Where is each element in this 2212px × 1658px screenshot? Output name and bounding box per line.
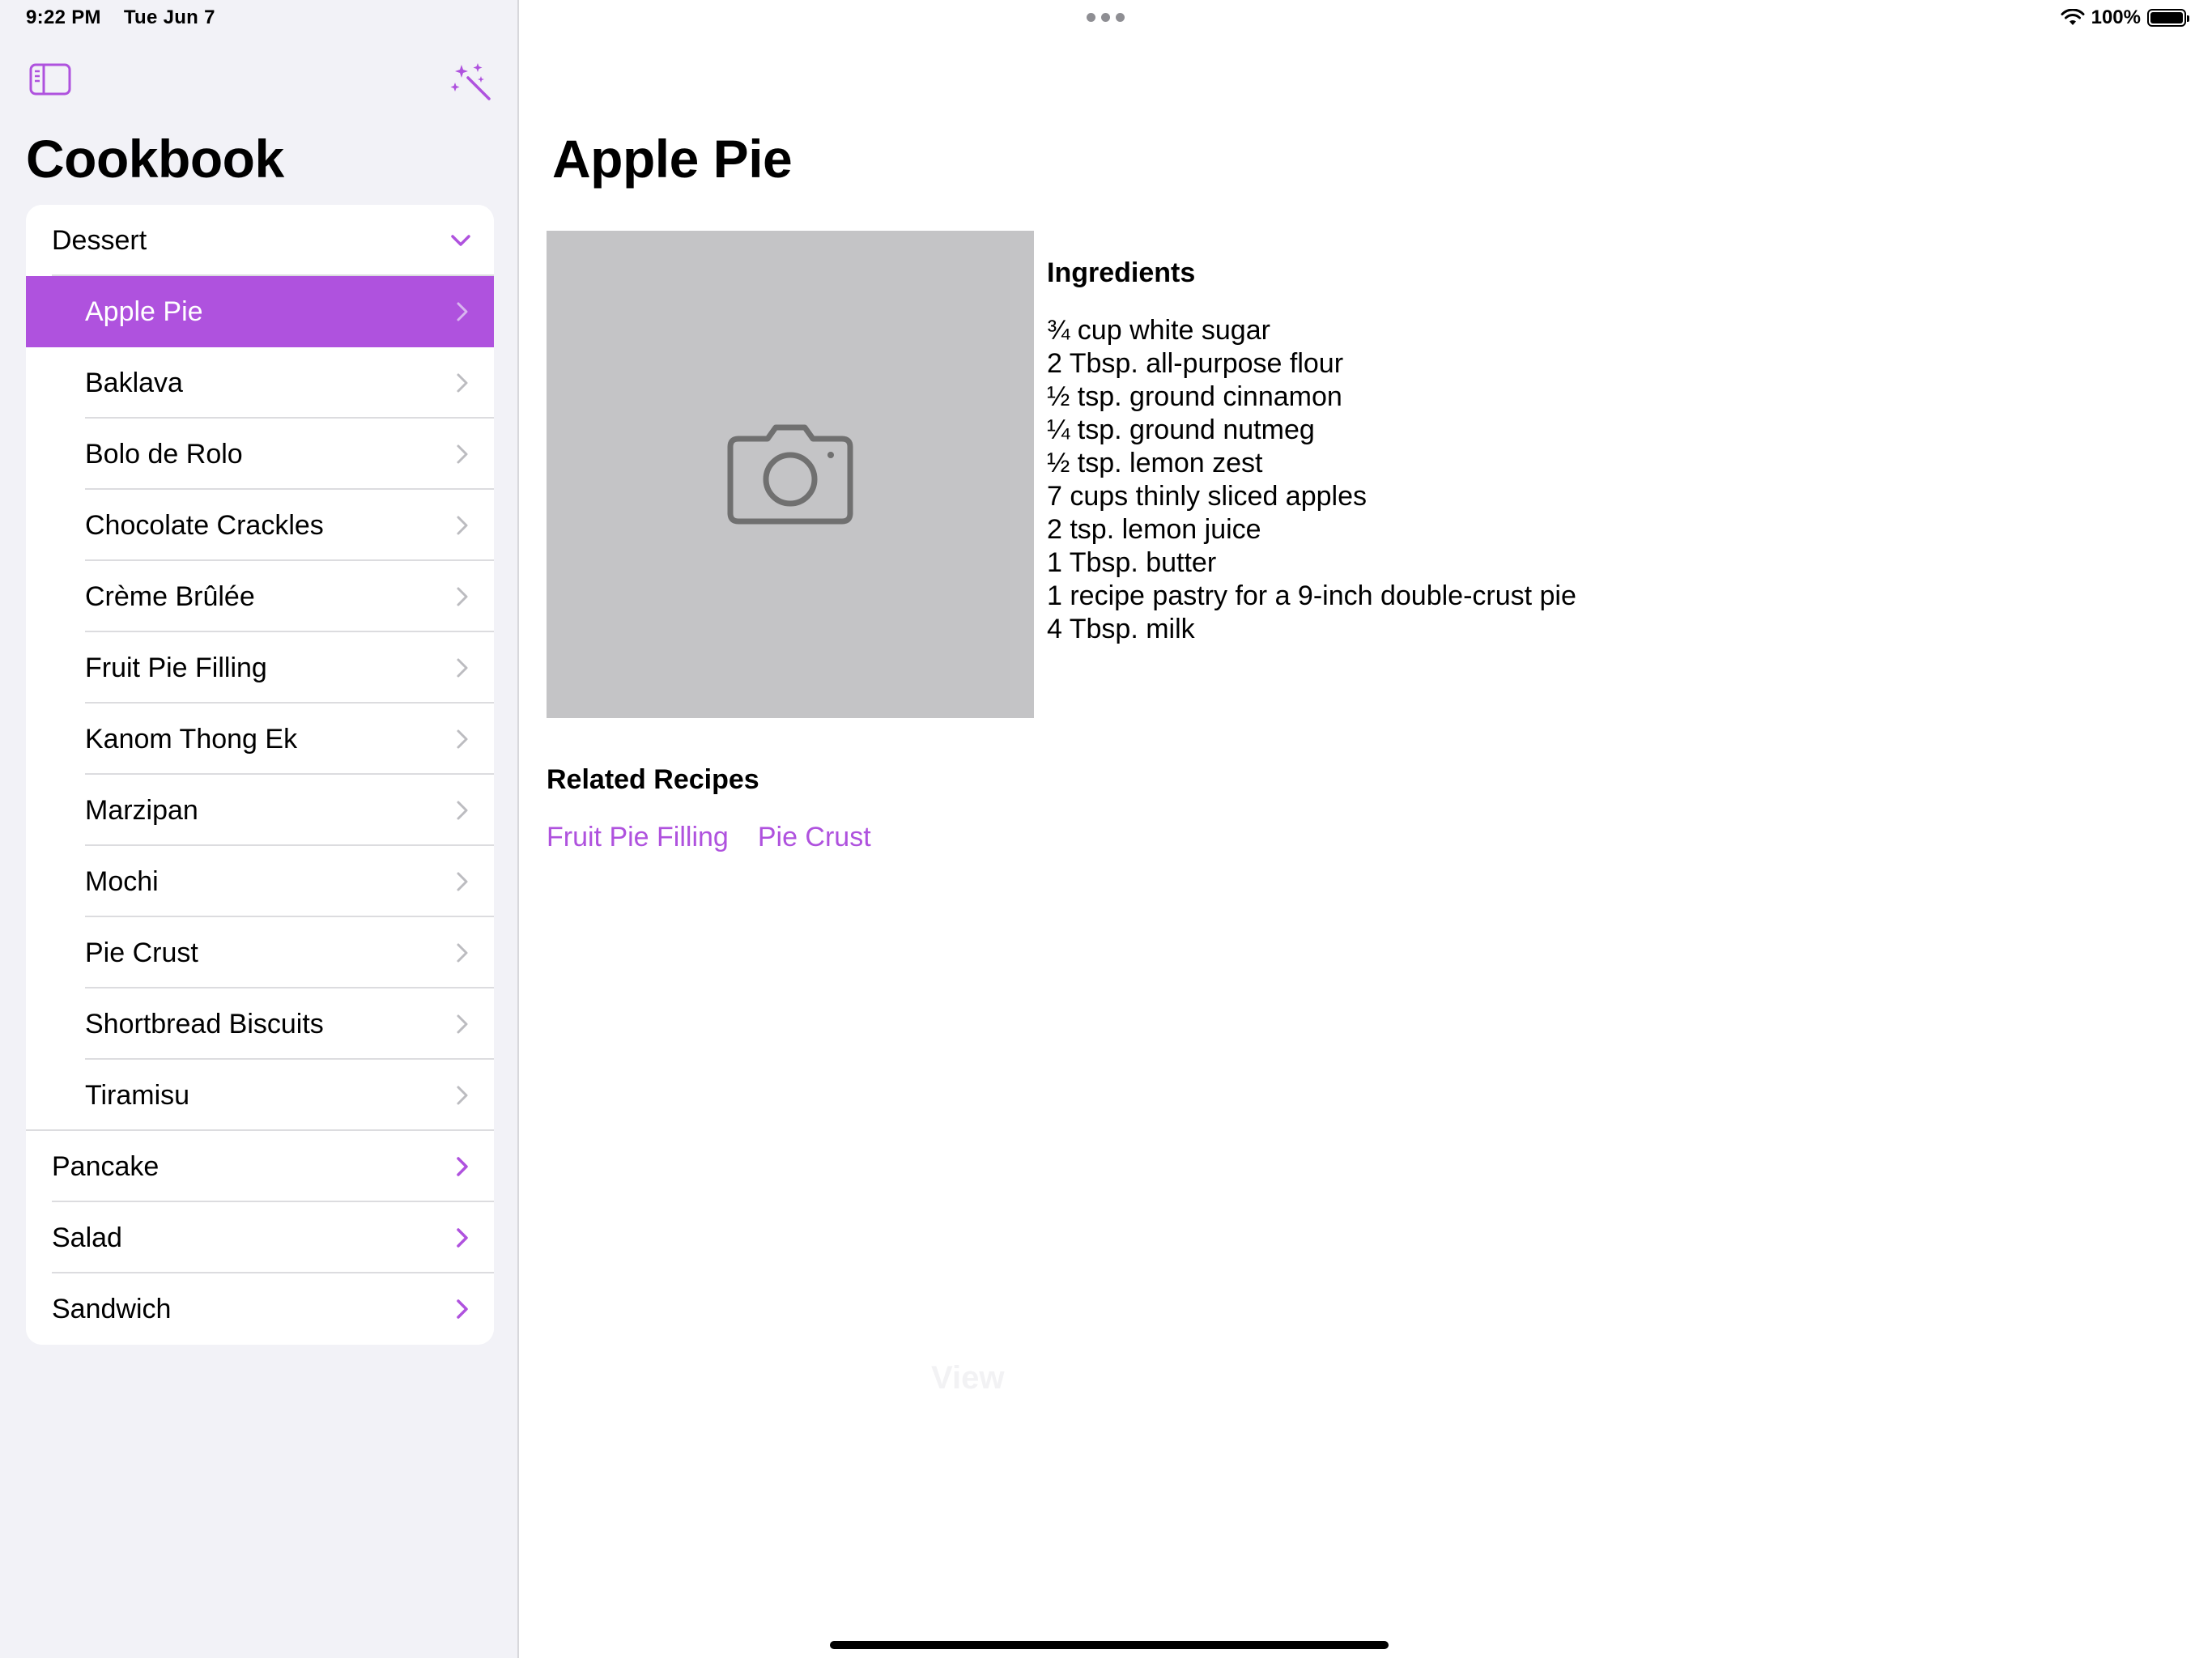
related-recipes-heading: Related Recipes: [547, 764, 759, 795]
chevron-right-icon: [457, 444, 468, 464]
multitasking-dots-icon[interactable]: [1087, 13, 1125, 24]
status-time: 9:22 PM: [26, 6, 101, 28]
chevron-right-icon: [457, 872, 468, 891]
battery-icon: [2147, 9, 2189, 27]
list-item-label: Crème Brûlée: [85, 580, 255, 612]
ingredient-item: ¼ tsp. ground nutmeg: [1047, 414, 1315, 445]
chevron-right-icon: [457, 516, 468, 535]
chevron-down-icon[interactable]: [450, 230, 471, 251]
sidebar-title: Cookbook: [26, 129, 284, 189]
sidebar-item-apple-pie[interactable]: Apple Pie: [26, 276, 494, 347]
sidebar-item-creme-brulee[interactable]: Crème Brûlée: [26, 561, 494, 632]
sidebar-item-chocolate-crackles[interactable]: Chocolate Crackles: [26, 490, 494, 561]
group-label: Pancake: [52, 1150, 160, 1182]
list-item-label: Marzipan: [85, 794, 198, 826]
ingredient-item: 4 Tbsp. milk: [1047, 614, 1195, 644]
ingredient-item: 2 Tbsp. all-purpose flour: [1047, 348, 1344, 379]
ingredients-heading: Ingredients: [1047, 257, 1196, 288]
status-date: Tue Jun 7: [123, 6, 215, 28]
ingredient-item: 7 cups thinly sliced apples: [1047, 481, 1368, 512]
wifi-icon: [2061, 9, 2085, 25]
chevron-right-icon: [457, 373, 468, 393]
related-link-fruit-pie-filling[interactable]: Fruit Pie Filling: [547, 822, 729, 853]
sidebar-item-shortbread-biscuits[interactable]: Shortbread Biscuits: [26, 988, 494, 1060]
sidebar-item-kanom-thong-ek[interactable]: Kanom Thong Ek: [26, 704, 494, 775]
recipe-title: Apple Pie: [552, 129, 793, 189]
ingredient-item: 1 Tbsp. butter: [1047, 547, 1217, 578]
group-label: Sandwich: [52, 1293, 172, 1324]
chevron-right-icon: [457, 1086, 468, 1105]
chevron-right-icon: [457, 801, 468, 820]
chevron-right-icon: [457, 587, 468, 606]
sidebar-item-pie-crust[interactable]: Pie Crust: [26, 917, 494, 988]
chevron-right-icon: [457, 302, 468, 321]
status-bar-right: 100%: [2061, 6, 2189, 29]
ingredient-item: 2 tsp. lemon juice: [1047, 514, 1261, 545]
list-item-label: Apple Pie: [85, 295, 203, 327]
list-item-label: Bolo de Rolo: [85, 438, 243, 470]
related-recipes-links: Fruit Pie Filling Pie Crust: [547, 822, 871, 853]
sidebar-item-bolo-de-rolo[interactable]: Bolo de Rolo: [26, 419, 494, 490]
list-item-label: Pie Crust: [85, 937, 198, 968]
sidebar-item-fruit-pie-filling[interactable]: Fruit Pie Filling: [26, 632, 494, 704]
chevron-right-icon: [457, 943, 468, 963]
chevron-right-icon: [457, 658, 468, 678]
status-bar-left: 9:22 PM Tue Jun 7: [26, 6, 215, 29]
recipe-list: Dessert Apple Pie Baklava Bolo de Rolo C…: [26, 205, 494, 1345]
chevron-right-icon: [457, 1014, 468, 1034]
list-item-label: Chocolate Crackles: [85, 509, 324, 541]
chevron-right-icon[interactable]: [453, 1156, 471, 1177]
ingredient-item: ½ tsp. ground cinnamon: [1047, 381, 1342, 412]
group-label: Dessert: [52, 224, 147, 256]
sidebar-item-baklava[interactable]: Baklava: [26, 347, 494, 419]
group-dessert[interactable]: Dessert: [26, 205, 494, 276]
sidebar-item-marzipan[interactable]: Marzipan: [26, 775, 494, 846]
list-item-label: Kanom Thong Ek: [85, 723, 298, 755]
sidebar-item-tiramisu[interactable]: Tiramisu: [26, 1060, 494, 1131]
list-item-label: Mochi: [85, 865, 159, 897]
magic-wand-icon[interactable]: [450, 62, 492, 100]
faded-view-text: View: [931, 1360, 1005, 1396]
ingredients-list: ¾ cup white sugar 2 Tbsp. all-purpose fl…: [1047, 314, 1576, 646]
list-item-label: Tiramisu: [85, 1079, 190, 1111]
sidebar-toggle-icon[interactable]: [29, 63, 71, 96]
sidebar-item-mochi[interactable]: Mochi: [26, 846, 494, 917]
sidebar: 9:22 PM Tue Jun 7 Cookbook Dessert Apple…: [0, 0, 519, 1658]
list-item-label: Fruit Pie Filling: [85, 652, 267, 683]
group-label: Salad: [52, 1222, 122, 1253]
chevron-right-icon[interactable]: [453, 1227, 471, 1248]
home-indicator[interactable]: [830, 1641, 1389, 1649]
ingredient-item: ½ tsp. lemon zest: [1047, 448, 1263, 478]
ingredient-item: ¾ cup white sugar: [1047, 315, 1270, 346]
ingredient-item: 1 recipe pastry for a 9-inch double-crus…: [1047, 580, 1576, 611]
chevron-right-icon: [457, 729, 468, 749]
list-item-label: Shortbread Biscuits: [85, 1008, 324, 1039]
related-link-pie-crust[interactable]: Pie Crust: [758, 822, 871, 853]
group-salad[interactable]: Salad: [26, 1202, 494, 1273]
group-sandwich[interactable]: Sandwich: [26, 1273, 494, 1345]
camera-icon: [727, 424, 853, 525]
list-item-label: Baklava: [85, 367, 183, 398]
battery-percent: 100%: [2091, 6, 2141, 28]
recipe-photo: [547, 231, 1034, 718]
group-pancake[interactable]: Pancake: [26, 1131, 494, 1202]
chevron-right-icon[interactable]: [453, 1299, 471, 1320]
